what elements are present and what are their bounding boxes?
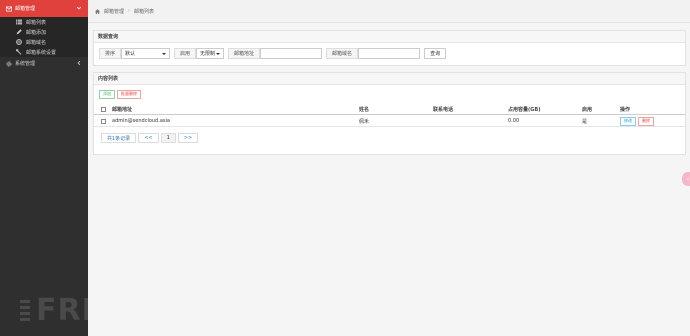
- enable-select[interactable]: 无限制: [196, 48, 225, 59]
- pagination-page[interactable]: 1: [160, 133, 176, 143]
- panel-title: 数据查询: [94, 31, 685, 43]
- sidebar-item-mail-add[interactable]: 邮箱添加: [0, 27, 88, 37]
- sidebar: 邮箱管理 邮箱列表 邮箱添加 邮箱域名 邮箱系统设置 系统管理: [0, 0, 194, 336]
- wrench-icon: [16, 49, 22, 55]
- caret-down-icon: [216, 52, 221, 55]
- table-row: admin@sendcloud.asia 佩禾 0.00 是 修改 删除: [94, 115, 685, 127]
- enable-label: 启用: [174, 48, 197, 59]
- batch-delete-button[interactable]: 批量删除: [117, 89, 141, 99]
- pagination: 共1条记录 << 1 >>: [94, 127, 685, 145]
- sidebar-item-system-management[interactable]: 系统管理: [0, 57, 88, 70]
- sidebar-item-label: 邮箱列表: [26, 19, 47, 26]
- select-all-checkbox[interactable]: [101, 103, 106, 115]
- chevron-down-icon[interactable]: [76, 5, 82, 11]
- column-header: 启用: [582, 106, 593, 113]
- pencil-icon: [16, 29, 22, 35]
- column-header: 占用容量(GB): [508, 106, 541, 113]
- cell-enabled: 是: [582, 118, 588, 125]
- sidebar-item-mail-management[interactable]: 邮箱管理: [0, 0, 88, 17]
- domain-label: 邮箱域名: [326, 48, 359, 59]
- breadcrumb-item[interactable]: 邮箱管理: [104, 8, 124, 15]
- enable-select-value: 无限制: [200, 51, 216, 57]
- main-content: 邮箱管理 › 邮箱列表 数据查询 排序 默认 启用 无限制 邮箱地址 邮箱域名 …: [88, 0, 690, 336]
- cell-name: 佩禾: [359, 118, 370, 125]
- row-checkbox[interactable]: [101, 115, 106, 127]
- home-icon[interactable]: [95, 8, 100, 14]
- search-panel: 数据查询 排序 默认 启用 无限制 邮箱地址 邮箱域名 查询: [93, 30, 686, 66]
- cell-usage: 0.00: [508, 118, 520, 124]
- toolbar: 添加 批量删除: [94, 85, 685, 103]
- globe-icon: [16, 39, 22, 45]
- sort-label: 排序: [99, 48, 122, 59]
- sidebar-item-label: 邮箱系统设置: [26, 49, 57, 56]
- chevron-left-icon[interactable]: [76, 60, 82, 66]
- caret-down-icon: [162, 52, 167, 55]
- pagination-total: 共1条记录: [101, 133, 137, 143]
- sidebar-item-mail-settings[interactable]: 邮箱系统设置: [0, 47, 88, 57]
- sidebar-item-label: 系统管理: [15, 61, 36, 67]
- watermark-logo-icon: [20, 300, 30, 321]
- list-icon: [16, 19, 22, 25]
- search-form: 排序 默认 启用 无限制 邮箱地址 邮箱域名 查询: [94, 43, 685, 64]
- breadcrumb-separator: ›: [128, 8, 131, 14]
- query-button[interactable]: 查询: [424, 48, 447, 59]
- column-header: 操作: [620, 106, 631, 113]
- pagination-prev[interactable]: <<: [138, 133, 159, 143]
- column-header: 联系电话: [433, 106, 454, 113]
- add-button[interactable]: 添加: [99, 89, 115, 99]
- pagination-next[interactable]: >>: [177, 133, 199, 143]
- breadcrumb: 邮箱管理 › 邮箱列表: [88, 0, 690, 23]
- panel-title: 内容列表: [94, 73, 685, 85]
- address-label: 邮箱地址: [228, 48, 261, 59]
- address-input[interactable]: [260, 48, 323, 59]
- mail-table: 邮箱地址 姓名 联系电话 占用容量(GB) 启用 操作 admin@sendcl…: [94, 103, 685, 127]
- sidebar-item-label: 邮箱添加: [26, 29, 47, 36]
- sort-select-value: 默认: [125, 51, 136, 57]
- sidebar-item-mail-list[interactable]: 邮箱列表: [0, 17, 88, 27]
- sort-select[interactable]: 默认: [121, 48, 171, 59]
- table-header: 邮箱地址 姓名 联系电话 占用容量(GB) 启用 操作: [94, 103, 685, 115]
- edit-button[interactable]: 修改: [620, 116, 636, 126]
- floating-side-icon: ‹: [686, 175, 690, 183]
- cell-actions: 修改 删除: [620, 115, 654, 127]
- floating-side-button[interactable]: ‹: [682, 172, 690, 186]
- sidebar-submenu: 邮箱列表 邮箱添加 邮箱域名 邮箱系统设置: [0, 17, 88, 57]
- column-header: 邮箱地址: [112, 106, 133, 113]
- mail-icon: [6, 6, 12, 12]
- delete-button[interactable]: 删除: [638, 116, 654, 126]
- column-header: 姓名: [359, 106, 370, 113]
- content-panel: 内容列表 添加 批量删除 邮箱地址 姓名 联系电话 占用容量(GB) 启用 操作…: [93, 72, 686, 155]
- sidebar-item-mail-domain[interactable]: 邮箱域名: [0, 37, 88, 47]
- breadcrumb-item: 邮箱列表: [134, 8, 155, 15]
- cell-address: admin@sendcloud.asia: [112, 118, 170, 124]
- domain-input[interactable]: [358, 48, 421, 59]
- sidebar-item-label: 邮箱管理: [15, 6, 36, 12]
- gear-icon: [6, 61, 12, 67]
- sidebar-item-label: 邮箱域名: [26, 39, 47, 46]
